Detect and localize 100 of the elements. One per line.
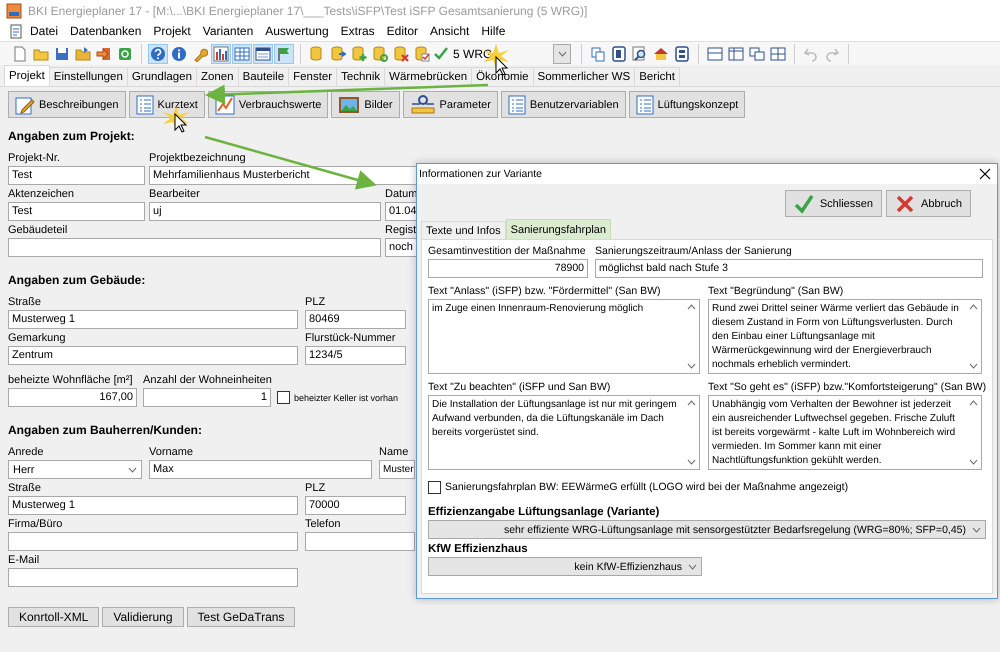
menu-item[interactable]: Datei	[24, 22, 64, 40]
chevron-down-icon	[972, 526, 981, 532]
button[interactable]: Konrtoll-XML	[8, 607, 100, 627]
text-field[interactable]: 70000	[305, 496, 406, 515]
toolbar-button[interactable]	[253, 44, 273, 64]
text-field[interactable]: Max	[149, 460, 372, 479]
field-label: E-Mail	[8, 553, 40, 567]
button[interactable]: Test GeDaTrans	[186, 607, 296, 627]
tab[interactable]: Sanierungsfahrplan	[506, 219, 612, 239]
help-icon	[150, 46, 166, 62]
text-field[interactable]: möglichst bald nach Stufe 3	[595, 259, 983, 278]
text-field[interactable]: Test	[8, 166, 145, 185]
menu-item[interactable]: Ansicht	[424, 22, 476, 40]
text-field[interactable]: 1	[143, 388, 271, 407]
dropdown[interactable]: Herr	[8, 460, 142, 479]
field-label: Firma/Büro	[8, 517, 62, 531]
field-label: PLZ	[305, 481, 326, 495]
info-icon	[171, 46, 187, 62]
list-icon	[636, 94, 654, 114]
text-area[interactable]: Die Installation der Lüftungsanlage ist nur mit geringem Aufwand verbunden, da die Lüftungskanäle im Dach bereits vorgerüstet sind.	[428, 395, 700, 470]
close-button[interactable]: Schliessen	[784, 190, 882, 217]
cancel-button[interactable]: Abbruch	[886, 190, 971, 217]
text-field[interactable]: Zentrum	[8, 346, 298, 365]
toolbar-button[interactable]	[232, 44, 252, 64]
picture-icon	[338, 96, 360, 114]
field-label: Straße	[8, 481, 42, 495]
toolbar-button[interactable]: Beschreibungen	[8, 91, 126, 118]
text-field[interactable]	[8, 568, 298, 587]
check-icon	[794, 194, 814, 214]
toolbar-button[interactable]: Lüftungskonzept	[628, 91, 746, 118]
field-label: Vorname	[149, 445, 194, 459]
checkbox-label: Sanierungsfahrplan BW: EEWärmeG erfüllt (LOGO wird bei der Maßnahme angezeigt)	[445, 480, 848, 494]
menu-item[interactable]: Hilfe	[475, 22, 512, 40]
menu-item[interactable]: Projekt	[147, 22, 197, 40]
layout-icon	[728, 46, 744, 62]
field-label: beheizte Wohnfläche [m²]	[8, 373, 133, 387]
text-area[interactable]: Unabhängig vom Verhalten der Bewohner ist jederzeit ein ausreichender Luftwechsel gegeben. Frische Zuluft ist bereits vorgewärmt - kalte Luft im Wohnbereich wird vermieden. Im Sommer kann mit einer Nachtlüftungsfunktion gekühlt werden.	[708, 395, 982, 470]
field-label: Text "Begründung" (San BW)	[708, 284, 844, 298]
text-field[interactable]: Musterweg 1	[8, 496, 298, 515]
text-field[interactable]	[305, 532, 415, 551]
text-field[interactable]: 78900	[428, 259, 588, 278]
text-field[interactable]: 167,00	[8, 388, 137, 407]
toolbar-button[interactable]: Parameter	[402, 91, 498, 118]
text-field[interactable]	[8, 532, 298, 551]
text-field[interactable]: 80469	[305, 310, 406, 329]
text-field[interactable]: uj	[149, 202, 381, 221]
toolbar-button[interactable]	[148, 44, 168, 64]
toolbar-button[interactable]	[211, 44, 231, 64]
chevron-down-icon	[688, 564, 697, 570]
dropdown-button[interactable]	[553, 44, 572, 64]
text-field[interactable]	[8, 238, 381, 257]
database-check-icon	[414, 46, 430, 62]
scroll-up-icon	[686, 304, 696, 310]
text-field[interactable]: Test	[8, 202, 145, 221]
field-label: Text "So geht es" (iSFP) bzw."Komfortsteigerung" (San BW)	[708, 380, 986, 394]
table-icon	[234, 46, 250, 62]
tab[interactable]: Projekt	[4, 65, 50, 86]
field-label: Telefon	[305, 517, 340, 531]
chevron-down-icon	[558, 50, 567, 56]
checkbox[interactable]	[277, 391, 290, 404]
redo-icon	[824, 46, 840, 62]
text-field[interactable]: Musterweg 1	[8, 310, 298, 329]
toolbar-button[interactable]: Kurztext	[128, 91, 205, 118]
scroll-down-icon	[968, 363, 978, 369]
text-field[interactable]: Muster	[379, 460, 415, 479]
menu-item[interactable]: Varianten	[196, 22, 260, 40]
menu-item[interactable]: Extras	[334, 22, 381, 40]
field-label: Projektbezeichnung	[149, 151, 246, 165]
button[interactable]: Validierung	[102, 607, 184, 627]
section-heading: Angaben zum Bauherren/Kunden:	[8, 423, 202, 437]
field-label: Anzahl der Wohneinheiten	[143, 373, 272, 387]
refresh-icon	[117, 46, 133, 62]
list-icon	[508, 94, 526, 114]
text-area[interactable]: im Zuge einen Innenraum-Renovierung möglich	[428, 299, 700, 374]
bar-chart-icon	[213, 46, 229, 62]
menu-item[interactable]: Datenbanken	[64, 22, 148, 40]
tab[interactable]: Texte und Infos	[421, 221, 506, 239]
field-label: Gesamtinvestition der Maßnahme	[428, 244, 586, 258]
field-label: Sanierungszeitraum/Anlass der Sanierung	[595, 244, 792, 258]
section-heading: Effizienzangabe Lüftungsanlage (Variante)	[428, 506, 660, 518]
toolbar-button[interactable]	[274, 44, 294, 64]
field-label: Bearbeiter	[149, 187, 200, 201]
text-area[interactable]: Rund zwei Drittel seiner Wärme verliert das Gebäude in diesem Zustand in Form von Lüftungsverlusten. Durch den Einbau einer Lüftungsanlage mit Wärmerückgewinnung wird der Energieverbrauch nochmals erheblich vermindert.	[708, 299, 982, 374]
toolbar-button[interactable]: Benutzervariablen	[500, 91, 626, 118]
menu-item[interactable]: Editor	[380, 22, 424, 40]
window-title: BKI Energieplaner 17 - [M:\...\BKI Energieplaner 17\___Tests\iSFP\Test iSFP Gesamtsanierung (5 WRG)]	[28, 4, 588, 18]
ruler-icon	[410, 94, 436, 114]
menu-item[interactable]: Auswertung	[259, 22, 335, 40]
dialog-title: Informationen zur Variante	[419, 168, 542, 180]
field-label: Anrede	[8, 445, 44, 459]
field-label: Gebäudeteil	[8, 223, 68, 237]
scroll-up-icon	[686, 400, 696, 406]
tab[interactable]: Bericht	[634, 67, 680, 86]
dropdown[interactable]: sehr effiziente WRG-Lüftungsanlage mit sensorgestützter Bedarfsregelung (WRG=80%; SFP=0,45)	[428, 520, 986, 539]
check-icon	[433, 46, 449, 62]
dropdown[interactable]: kein KfW-Effizienzhaus	[428, 557, 702, 576]
checkbox[interactable]	[428, 480, 441, 494]
text-field[interactable]: 1234/5	[305, 346, 406, 365]
toolbar-button[interactable]: Bilder	[331, 91, 400, 118]
field-label: Flurstück-Nummer	[305, 331, 396, 345]
